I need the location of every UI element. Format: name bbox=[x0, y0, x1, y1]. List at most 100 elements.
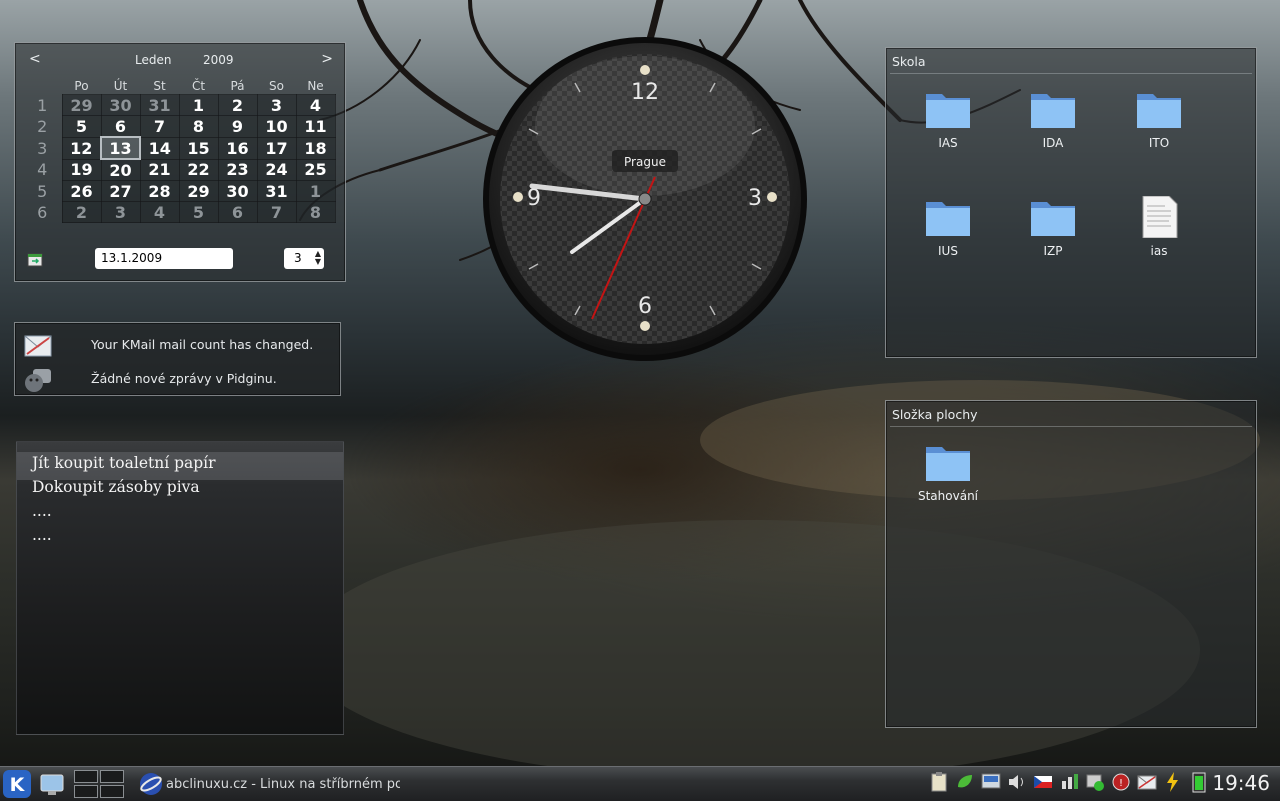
calendar-day[interactable]: 4 bbox=[139, 201, 180, 223]
weekday-header: Út bbox=[113, 79, 128, 93]
calendar-day[interactable]: 14 bbox=[139, 136, 180, 160]
calendar-day[interactable]: 15 bbox=[178, 136, 219, 160]
volume-icon[interactable] bbox=[1006, 771, 1028, 793]
folder-item-label: Stahování bbox=[917, 489, 979, 503]
calendar-day[interactable]: 7 bbox=[256, 201, 297, 223]
note-line[interactable]: Dokoupit zásoby piva bbox=[32, 478, 200, 496]
kmail-notification[interactable]: Your KMail mail count has changed. bbox=[15, 329, 340, 361]
clock-marker bbox=[767, 192, 777, 202]
calendar-day[interactable]: 23 bbox=[217, 158, 258, 181]
folder-item-ius[interactable]: IUS bbox=[908, 196, 988, 258]
calendar-day[interactable]: 5 bbox=[61, 115, 102, 138]
folder-item-stahovani[interactable]: Stahování bbox=[908, 441, 988, 503]
calendar-day[interactable]: 21 bbox=[139, 158, 180, 181]
calendar-day[interactable]: 29 bbox=[61, 94, 102, 116]
year-label[interactable]: 2009 bbox=[203, 53, 234, 67]
calendar-day[interactable]: 3 bbox=[256, 94, 297, 116]
note-line[interactable]: .... bbox=[32, 502, 52, 520]
calendar-day[interactable]: 11 bbox=[295, 115, 336, 138]
calendar-day-today[interactable]: 13 bbox=[100, 136, 141, 160]
calendar-day[interactable]: 1 bbox=[178, 94, 219, 116]
wifi-icon[interactable] bbox=[1084, 771, 1106, 793]
clock-numeral-12: 12 bbox=[631, 80, 659, 105]
battery-icon[interactable] bbox=[1188, 771, 1210, 793]
calendar-day[interactable]: 31 bbox=[256, 180, 297, 202]
notification-text: Žádné nové zprávy v Pidginu. bbox=[91, 371, 277, 386]
pager-desktop-1[interactable] bbox=[74, 770, 98, 783]
calendar-day[interactable]: 2 bbox=[61, 201, 102, 223]
calendar-day[interactable]: 26 bbox=[61, 180, 102, 202]
calendar-day[interactable]: 10 bbox=[256, 115, 297, 138]
next-month-button[interactable]: > bbox=[321, 51, 333, 67]
update-notifier-icon[interactable] bbox=[954, 771, 976, 793]
desktop-pager[interactable] bbox=[74, 770, 124, 798]
calendar-day[interactable]: 19 bbox=[61, 158, 102, 181]
calendar-day[interactable]: 8 bbox=[295, 201, 336, 223]
clock-glare bbox=[535, 56, 755, 196]
show-desktop-icon[interactable] bbox=[38, 769, 66, 799]
spin-arrows-icon[interactable]: ▲ ▼ bbox=[315, 250, 321, 266]
calendar-day[interactable]: 27 bbox=[100, 180, 141, 202]
calendar-day[interactable]: 30 bbox=[217, 180, 258, 202]
calendar-day[interactable]: 12 bbox=[61, 136, 102, 160]
calendar-day[interactable]: 17 bbox=[256, 136, 297, 160]
antivirus-icon[interactable]: ! bbox=[1110, 771, 1132, 793]
file-item-ias[interactable]: ias bbox=[1119, 196, 1199, 258]
taskbar-task-browser[interactable]: abclinuxu.cz - Linux na stříbrném podnos… bbox=[134, 770, 400, 798]
calendar-day[interactable]: 5 bbox=[178, 201, 219, 223]
mail-tray-icon[interactable] bbox=[1136, 771, 1158, 793]
calendar-day[interactable]: 2 bbox=[217, 94, 258, 116]
calendar-day[interactable]: 6 bbox=[217, 201, 258, 223]
calendar-day[interactable]: 22 bbox=[178, 158, 219, 181]
calendar-day[interactable]: 16 bbox=[217, 136, 258, 160]
taskbar-clock[interactable]: 19:46 bbox=[1212, 771, 1270, 795]
pidgin-notification[interactable]: Žádné nové zprávy v Pidginu. bbox=[15, 363, 340, 395]
power-icon[interactable] bbox=[1162, 771, 1184, 793]
keyboard-layout-icon[interactable] bbox=[1032, 771, 1054, 793]
calendar-day[interactable]: 8 bbox=[178, 115, 219, 138]
notes-widget[interactable]: Jít koupit toaletní papír Dokoupit zásob… bbox=[16, 441, 344, 735]
calendar-day[interactable]: 6 bbox=[100, 115, 141, 138]
calendar-day[interactable]: 4 bbox=[295, 94, 336, 116]
clipboard-icon[interactable] bbox=[928, 771, 950, 793]
week-number: 1 bbox=[37, 95, 48, 115]
calendar-day[interactable]: 20 bbox=[100, 158, 141, 181]
calendar-grid: Po Út St Čt Pá So Ne 1 29 30 31 1 2 3 4 … bbox=[23, 78, 336, 223]
date-input[interactable]: 13.1.2009 bbox=[95, 248, 233, 269]
network-manager-icon[interactable] bbox=[980, 771, 1002, 793]
folder-view-divider bbox=[890, 73, 1252, 74]
go-to-today-icon[interactable] bbox=[27, 251, 43, 267]
clock-city-label: Prague bbox=[624, 155, 666, 169]
folder-view-title: Složka plochy bbox=[892, 407, 978, 422]
calendar-day[interactable]: 29 bbox=[178, 180, 219, 202]
calendar-day[interactable]: 24 bbox=[256, 158, 297, 181]
browser-icon bbox=[140, 773, 162, 795]
calendar-day[interactable]: 28 bbox=[139, 180, 180, 202]
note-line[interactable]: .... bbox=[32, 526, 52, 544]
folder-item-izp[interactable]: IZP bbox=[1013, 196, 1093, 258]
folder-item-ito[interactable]: ITO bbox=[1119, 88, 1199, 150]
calendar-day[interactable]: 3 bbox=[100, 201, 141, 223]
pager-desktop-4[interactable] bbox=[100, 785, 124, 798]
folder-item-ida[interactable]: IDA bbox=[1013, 88, 1093, 150]
kde-menu-icon[interactable]: K bbox=[2, 769, 32, 799]
month-label[interactable]: Leden bbox=[135, 53, 171, 67]
pager-desktop-2[interactable] bbox=[100, 770, 124, 783]
pager-desktop-3[interactable] bbox=[74, 785, 98, 798]
week-spinbox[interactable]: 3 ▲ ▼ bbox=[284, 248, 324, 269]
calendar-day[interactable]: 25 bbox=[295, 158, 336, 181]
calendar-day[interactable]: 7 bbox=[139, 115, 180, 138]
calendar-day[interactable]: 18 bbox=[295, 136, 336, 160]
folder-icon bbox=[926, 202, 970, 236]
previous-month-button[interactable]: < bbox=[29, 51, 41, 67]
calendar-day[interactable]: 31 bbox=[139, 94, 180, 116]
svg-text:!: ! bbox=[1119, 778, 1123, 789]
note-line[interactable]: Jít koupit toaletní papír bbox=[32, 454, 216, 472]
folder-icon bbox=[1031, 202, 1075, 236]
calendar-day[interactable]: 1 bbox=[295, 180, 336, 202]
battery-monitor-icon[interactable] bbox=[1058, 771, 1080, 793]
calendar-day[interactable]: 9 bbox=[217, 115, 258, 138]
calendar-day[interactable]: 30 bbox=[100, 94, 141, 116]
analog-clock-widget[interactable]: 12 3 6 9 Prague bbox=[482, 36, 808, 362]
folder-item-ias[interactable]: IAS bbox=[908, 88, 988, 150]
